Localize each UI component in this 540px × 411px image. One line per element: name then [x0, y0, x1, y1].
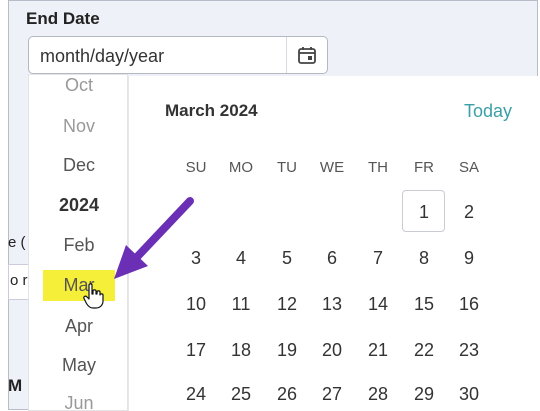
day-cell[interactable]: 5: [267, 248, 307, 269]
calendar-month-title[interactable]: March 2024: [165, 101, 258, 121]
day-cell[interactable]: 4: [221, 248, 261, 269]
year-heading: 2024: [58, 195, 100, 215]
weekday-header: SU: [185, 159, 207, 176]
month-option[interactable]: Feb: [29, 235, 127, 256]
today-button[interactable]: Today: [464, 101, 512, 122]
day-cell[interactable]: 8: [404, 248, 444, 269]
end-date-value: month/day/year: [40, 46, 165, 66]
weekday-header: TU: [277, 159, 297, 176]
day-cell[interactable]: 24: [176, 384, 216, 405]
day-cell[interactable]: 12: [267, 294, 307, 315]
day-cell[interactable]: 20: [312, 340, 352, 361]
day-cell[interactable]: 30: [449, 384, 489, 405]
month-option[interactable]: May: [29, 355, 127, 376]
day-cell[interactable]: 2: [449, 202, 489, 223]
day-cell[interactable]: 11: [221, 294, 261, 315]
month-option[interactable]: Nov: [29, 116, 127, 137]
day-cell[interactable]: 26: [267, 384, 307, 405]
day-cell[interactable]: 6: [312, 248, 352, 269]
day-cell[interactable]: 21: [358, 340, 398, 361]
calendar-toggle-button[interactable]: [286, 37, 327, 73]
day-cell[interactable]: 14: [358, 294, 398, 315]
day-cell[interactable]: 27: [312, 384, 352, 405]
day-cell[interactable]: 7: [358, 248, 398, 269]
day-cell[interactable]: 1: [404, 202, 444, 223]
month-option[interactable]: Dec: [29, 155, 127, 176]
end-date-input[interactable]: month/day/year: [28, 36, 328, 74]
day-cell[interactable]: 15: [404, 294, 444, 315]
calendar-panel: March 2024 Today SU MO TU WE TH FR SA 1 …: [128, 76, 538, 411]
weekday-header: FR: [414, 159, 434, 176]
background-input-text-fragment: o r: [10, 272, 28, 289]
background-heading-fragment: M: [8, 376, 23, 395]
day-cell[interactable]: 22: [404, 340, 444, 361]
day-cell[interactable]: 13: [312, 294, 352, 315]
day-cell[interactable]: 23: [449, 340, 489, 361]
day-cell[interactable]: 25: [221, 384, 261, 405]
background-label-fragment: e (: [8, 234, 26, 251]
hand-pointer-icon: [83, 283, 104, 309]
day-cell[interactable]: 9: [449, 248, 489, 269]
day-cell[interactable]: 3: [176, 248, 216, 269]
weekday-header: SA: [458, 159, 479, 176]
day-cell[interactable]: 16: [449, 294, 489, 315]
day-cell[interactable]: 17: [176, 340, 216, 361]
month-option[interactable]: Oct: [29, 75, 127, 96]
day-cell[interactable]: 10: [176, 294, 216, 315]
month-scroller[interactable]: Oct Nov Dec 2024 Feb Mar Apr May Jun: [28, 74, 128, 411]
day-cell[interactable]: 18: [221, 340, 261, 361]
weekday-header: MO: [228, 159, 254, 176]
end-date-label: End Date: [26, 9, 100, 28]
day-cell[interactable]: 28: [358, 384, 398, 405]
day-cell[interactable]: 19: [267, 340, 307, 361]
day-cell[interactable]: 29: [404, 384, 444, 405]
weekday-header: TH: [368, 159, 388, 176]
weekday-header: WE: [319, 159, 345, 176]
month-option[interactable]: Apr: [29, 316, 127, 337]
calendar-icon: [298, 47, 316, 64]
month-option[interactable]: Jun: [29, 393, 127, 410]
